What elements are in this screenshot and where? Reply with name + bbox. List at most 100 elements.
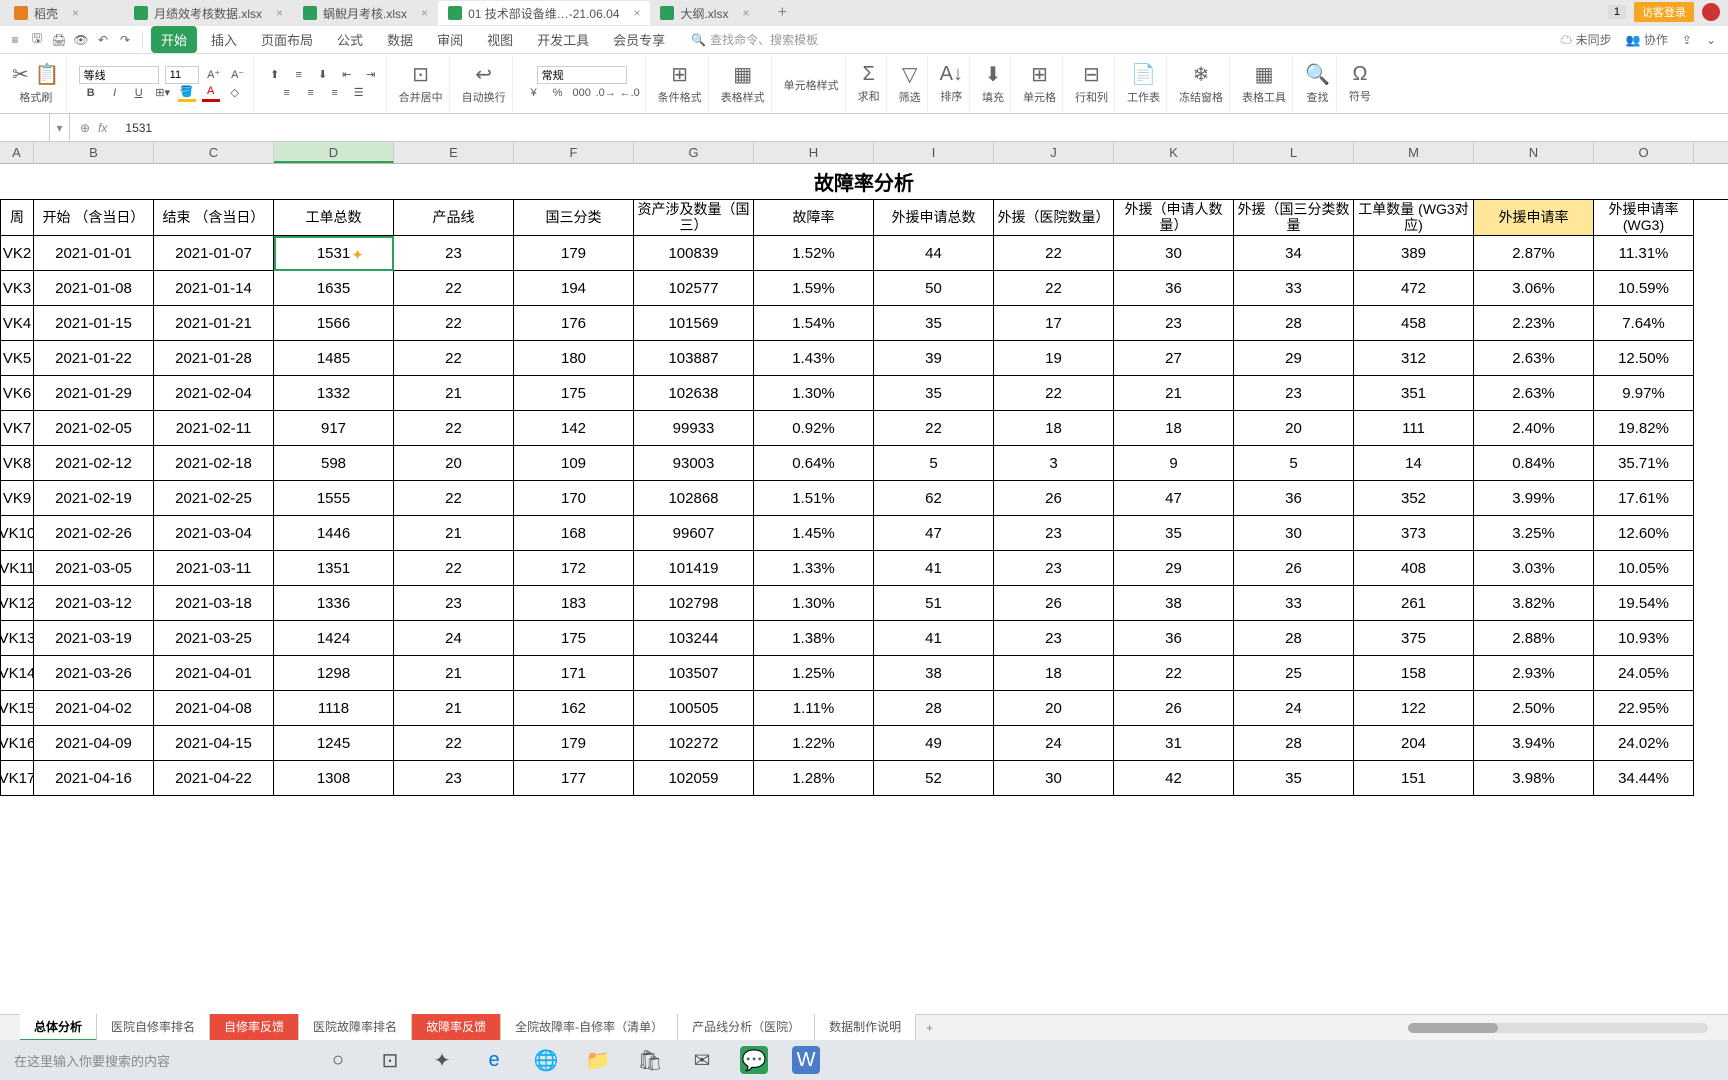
menu-tab[interactable]: 视图 <box>477 26 523 53</box>
table-header-cell[interactable]: 资产涉及数量（国三） <box>634 200 754 236</box>
table-cell[interactable]: 5 <box>1234 446 1354 481</box>
table-cell[interactable]: 47 <box>1114 481 1234 516</box>
table-cell[interactable]: 1332 <box>274 376 394 411</box>
table-cell[interactable]: 20 <box>1234 411 1354 446</box>
table-cell[interactable]: 34.44% <box>1594 761 1694 796</box>
save-icon[interactable]: 🖫 <box>28 31 46 49</box>
table-cell[interactable]: 180 <box>514 341 634 376</box>
table-cell[interactable]: 102868 <box>634 481 754 516</box>
table-cell[interactable]: 351 <box>1354 376 1474 411</box>
table-cell[interactable]: VK2 <box>0 236 34 271</box>
chevron-icon[interactable]: ⌄ <box>1706 33 1716 47</box>
table-cell[interactable]: 312 <box>1354 341 1474 376</box>
align-right-icon[interactable]: ≡ <box>326 84 344 102</box>
sheet-tab[interactable]: 自修率反馈 <box>210 1014 299 1041</box>
table-cell[interactable]: 99607 <box>634 516 754 551</box>
explorer-icon[interactable]: 📁 <box>584 1046 612 1074</box>
table-cell[interactable]: 3.03% <box>1474 551 1594 586</box>
table-cell[interactable]: 2021-02-26 <box>34 516 154 551</box>
table-cell[interactable]: 22 <box>394 726 514 761</box>
table-cell[interactable]: 1.38% <box>754 621 874 656</box>
table-cell[interactable]: 142 <box>514 411 634 446</box>
table-cell[interactable]: 1531✦ <box>274 236 394 271</box>
table-cell[interactable]: 22 <box>394 271 514 306</box>
table-cell[interactable]: 2021-01-15 <box>34 306 154 341</box>
table-cell[interactable]: 1.11% <box>754 691 874 726</box>
table-cell[interactable]: 194 <box>514 271 634 306</box>
table-cell[interactable]: 175 <box>514 376 634 411</box>
table-cell[interactable]: 2021-01-14 <box>154 271 274 306</box>
table-cell[interactable]: 177 <box>514 761 634 796</box>
column-header[interactable]: N <box>1474 142 1594 163</box>
table-cell[interactable]: 102798 <box>634 586 754 621</box>
table-cell[interactable]: 35.71% <box>1594 446 1694 481</box>
table-cell[interactable]: 39 <box>874 341 994 376</box>
table-cell[interactable]: 1351 <box>274 551 394 586</box>
table-cell[interactable]: 29 <box>1234 341 1354 376</box>
table-cell[interactable]: 7.64% <box>1594 306 1694 341</box>
table-cell[interactable]: 1.43% <box>754 341 874 376</box>
table-style-icon[interactable]: ▦ <box>733 62 752 87</box>
table-cell[interactable]: 1.33% <box>754 551 874 586</box>
underline-icon[interactable]: U <box>130 84 148 102</box>
close-tab-icon[interactable]: × <box>72 6 79 20</box>
table-cell[interactable]: 22 <box>874 411 994 446</box>
table-cell[interactable]: 2.87% <box>1474 236 1594 271</box>
table-cell[interactable]: 23 <box>1234 376 1354 411</box>
table-cell[interactable]: 1245 <box>274 726 394 761</box>
table-cell[interactable]: 2.88% <box>1474 621 1594 656</box>
table-cell[interactable]: 375 <box>1354 621 1474 656</box>
table-cell[interactable]: 170 <box>514 481 634 516</box>
table-cell[interactable]: 62 <box>874 481 994 516</box>
ie-icon[interactable]: e <box>480 1046 508 1074</box>
table-cell[interactable]: 1308 <box>274 761 394 796</box>
doc-tab[interactable]: 蜗鲵月考核.xlsx× <box>293 1 438 25</box>
redo-icon[interactable]: ↷ <box>116 31 134 49</box>
menu-tab[interactable]: 开发工具 <box>527 26 599 53</box>
table-header-cell[interactable]: 外援（申请人数量） <box>1114 200 1234 236</box>
table-cell[interactable]: 389 <box>1354 236 1474 271</box>
table-cell[interactable]: 99933 <box>634 411 754 446</box>
number-format-combo[interactable] <box>537 66 627 84</box>
table-cell[interactable]: 26 <box>1114 691 1234 726</box>
table-cell[interactable]: 2021-03-11 <box>154 551 274 586</box>
table-cell[interactable]: 9.97% <box>1594 376 1694 411</box>
increase-font-icon[interactable]: A⁺ <box>205 66 223 84</box>
name-box[interactable] <box>0 114 50 141</box>
align-bot-icon[interactable]: ⬇ <box>314 66 332 84</box>
table-cell[interactable]: 35 <box>874 306 994 341</box>
table-cell[interactable]: 25 <box>1234 656 1354 691</box>
table-cell[interactable]: 102577 <box>634 271 754 306</box>
close-tab-icon[interactable]: × <box>421 6 428 20</box>
table-cell[interactable]: 2021-01-22 <box>34 341 154 376</box>
undo-icon[interactable]: ↶ <box>94 31 112 49</box>
store-icon[interactable]: 🛍 <box>636 1046 664 1074</box>
table-cell[interactable]: 598 <box>274 446 394 481</box>
table-cell[interactable]: 22 <box>394 551 514 586</box>
share-icon[interactable]: ⇪ <box>1682 33 1692 47</box>
sort-icon[interactable]: A↓ <box>940 63 963 86</box>
table-cell[interactable]: 1446 <box>274 516 394 551</box>
sheet-tab[interactable]: 数据制作说明 <box>815 1014 916 1041</box>
column-header[interactable]: J <box>994 142 1114 163</box>
name-box-dropdown[interactable]: ▾ <box>50 114 70 141</box>
menu-tab[interactable]: 审阅 <box>427 26 473 53</box>
table-header-cell[interactable]: 周 <box>0 200 34 236</box>
wps-icon[interactable]: W <box>792 1046 820 1074</box>
table-cell[interactable]: 44 <box>874 236 994 271</box>
taskbar-search[interactable]: 在这里输入你要搜索的内容 <box>0 1051 184 1070</box>
cloud-sync[interactable]: ☁ 未同步 <box>1560 31 1611 48</box>
table-cell[interactable]: VK8 <box>0 446 34 481</box>
table-cell[interactable]: 18 <box>994 656 1114 691</box>
table-cell[interactable]: 2021-04-09 <box>34 726 154 761</box>
table-cell[interactable]: 30 <box>994 761 1114 796</box>
italic-icon[interactable]: I <box>106 84 124 102</box>
table-cell[interactable]: 458 <box>1354 306 1474 341</box>
table-header-cell[interactable]: 外援（医院数量） <box>994 200 1114 236</box>
font-name-combo[interactable] <box>79 66 159 84</box>
sum-icon[interactable]: Σ <box>862 63 874 86</box>
table-cell[interactable]: 2021-02-04 <box>154 376 274 411</box>
table-cell[interactable]: 100505 <box>634 691 754 726</box>
table-header-cell[interactable]: 结束 （含当日） <box>154 200 274 236</box>
menu-tab[interactable]: 数据 <box>377 26 423 53</box>
